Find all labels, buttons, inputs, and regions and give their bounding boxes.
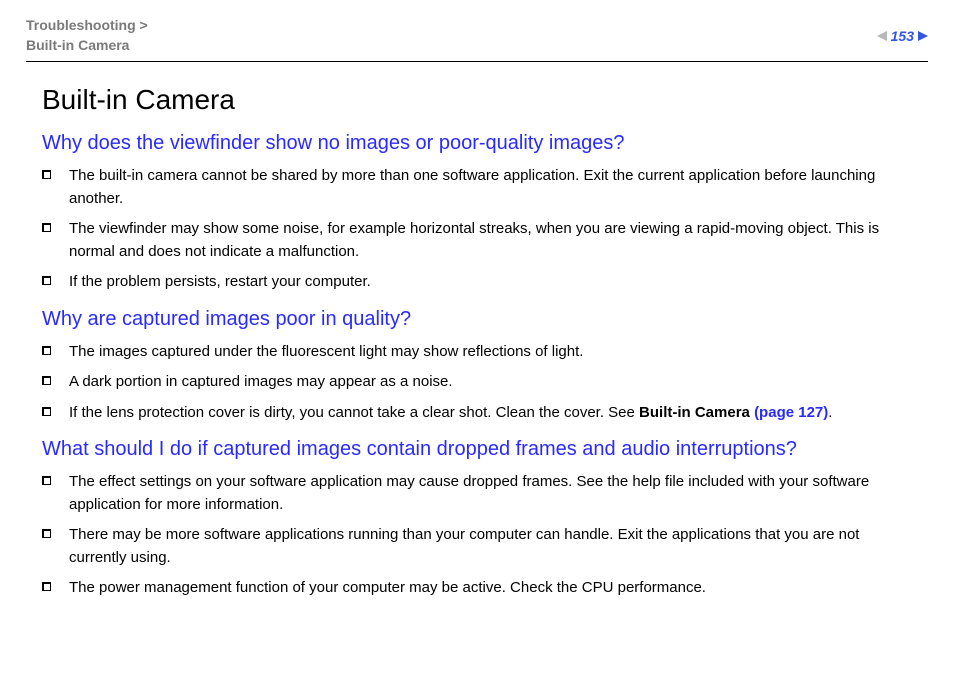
square-bullet-icon xyxy=(42,170,51,179)
list-item-text: A dark portion in captured images may ap… xyxy=(69,371,912,394)
list-item-text: If the problem persists, restart your co… xyxy=(69,271,912,294)
list-item: If the lens protection cover is dirty, y… xyxy=(42,402,912,425)
page-title: Built-in Camera xyxy=(42,84,912,116)
list-item-text: The viewfinder may show some noise, for … xyxy=(69,218,912,263)
list-item: The power management function of your co… xyxy=(42,577,912,600)
page-reference-link[interactable]: (page 127) xyxy=(754,404,828,421)
breadcrumb-section[interactable]: Troubleshooting xyxy=(26,17,136,33)
list-item-text: There may be more software applications … xyxy=(69,524,912,569)
text-fragment: If the lens protection cover is dirty, y… xyxy=(69,404,639,421)
bullet-list: The effect settings on your software app… xyxy=(42,471,912,600)
list-item-text: The effect settings on your software app… xyxy=(69,471,912,516)
list-item: The built-in camera cannot be shared by … xyxy=(42,165,912,210)
list-item: A dark portion in captured images may ap… xyxy=(42,371,912,394)
list-item: The effect settings on your software app… xyxy=(42,471,912,516)
text-fragment: . xyxy=(828,404,832,421)
square-bullet-icon xyxy=(42,223,51,232)
list-item-text: If the lens protection cover is dirty, y… xyxy=(69,402,912,425)
page-number-nav: 153 xyxy=(877,28,928,44)
prev-page-arrow-icon[interactable] xyxy=(877,31,887,41)
breadcrumb-current: Built-in Camera xyxy=(26,37,129,53)
list-item: The viewfinder may show some noise, for … xyxy=(42,218,912,263)
question-heading: What should I do if captured images cont… xyxy=(42,438,912,461)
list-item: There may be more software applications … xyxy=(42,524,912,569)
bullet-list: The images captured under the fluorescen… xyxy=(42,341,912,425)
square-bullet-icon xyxy=(42,582,51,591)
page-content: Built-in Camera Why does the viewfinder … xyxy=(26,84,928,600)
page-number: 153 xyxy=(889,28,916,44)
list-item: The images captured under the fluorescen… xyxy=(42,341,912,364)
square-bullet-icon xyxy=(42,407,51,416)
square-bullet-icon xyxy=(42,476,51,485)
question-heading: Why are captured images poor in quality? xyxy=(42,308,912,331)
question-heading: Why does the viewfinder show no images o… xyxy=(42,132,912,155)
page-header: Troubleshooting > Built-in Camera 153 xyxy=(26,16,928,62)
square-bullet-icon xyxy=(42,346,51,355)
next-page-arrow-icon[interactable] xyxy=(918,31,928,41)
list-item-text: The power management function of your co… xyxy=(69,577,912,600)
square-bullet-icon xyxy=(42,529,51,538)
list-item-text: The built-in camera cannot be shared by … xyxy=(69,165,912,210)
document-page: Troubleshooting > Built-in Camera 153 Bu… xyxy=(0,0,954,634)
bullet-list: The built-in camera cannot be shared by … xyxy=(42,165,912,294)
breadcrumb: Troubleshooting > Built-in Camera xyxy=(26,16,148,55)
square-bullet-icon xyxy=(42,276,51,285)
list-item-text: The images captured under the fluorescen… xyxy=(69,341,912,364)
breadcrumb-sep: > xyxy=(136,17,148,33)
bold-reference: Built-in Camera xyxy=(639,404,754,421)
square-bullet-icon xyxy=(42,376,51,385)
list-item: If the problem persists, restart your co… xyxy=(42,271,912,294)
